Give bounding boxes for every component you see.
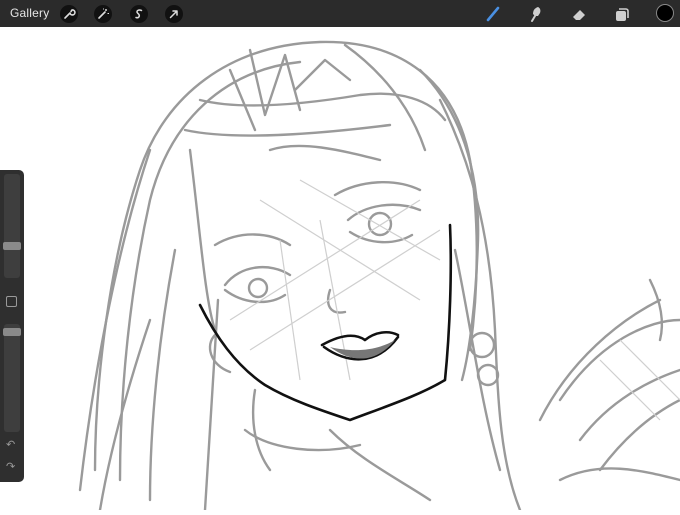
layers-icon[interactable] — [612, 4, 632, 24]
opacity-slider[interactable] — [4, 324, 20, 432]
selection-icon[interactable] — [130, 5, 148, 23]
brush-sidebar: ↶ ↷ — [0, 170, 24, 482]
top-toolbar: Gallery — [0, 0, 680, 27]
wrench-icon[interactable] — [60, 5, 78, 23]
brush-icon[interactable] — [484, 4, 504, 24]
redo-button[interactable]: ↷ — [6, 460, 15, 473]
color-picker-swatch[interactable] — [656, 4, 674, 22]
brush-size-slider[interactable] — [4, 174, 20, 278]
undo-button[interactable]: ↶ — [6, 438, 15, 451]
transform-arrow-icon[interactable] — [165, 5, 183, 23]
gallery-button[interactable]: Gallery — [10, 6, 49, 20]
sketch-artwork — [78, 40, 680, 512]
eraser-icon[interactable] — [569, 4, 589, 24]
modify-button[interactable] — [6, 296, 17, 307]
brush-size-handle[interactable] — [3, 242, 21, 250]
drawing-canvas[interactable] — [0, 27, 680, 512]
smudge-icon[interactable] — [526, 4, 546, 24]
magic-wand-icon[interactable] — [94, 5, 112, 23]
opacity-handle[interactable] — [3, 328, 21, 336]
